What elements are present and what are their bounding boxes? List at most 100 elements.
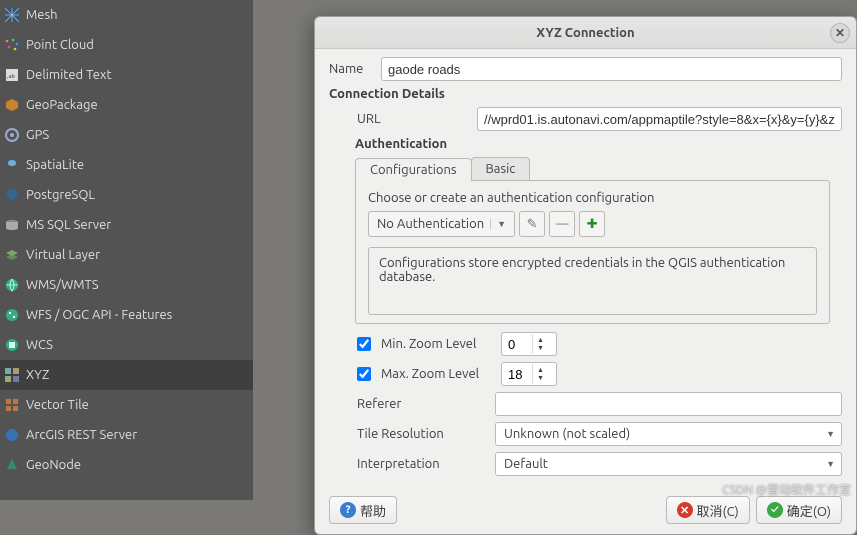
data-source-sidebar: Mesh Point Cloud ,ab Delimited Text GeoPa… <box>0 0 253 500</box>
name-input[interactable] <box>381 57 842 81</box>
authentication-heading: Authentication <box>329 137 842 151</box>
help-button[interactable]: ? 帮助 <box>329 496 397 524</box>
sidebar-item-wms[interactable]: WMS/WMTS <box>0 270 253 300</box>
sidebar-item-label: Virtual Layer <box>26 248 100 262</box>
sidebar-item-label: WFS / OGC API - Features <box>26 308 172 322</box>
ok-button[interactable]: ✓ 确定(O) <box>756 496 842 524</box>
svg-text:,ab: ,ab <box>7 73 16 80</box>
xyz-icon <box>4 367 20 383</box>
sidebar-item-gps[interactable]: GPS <box>0 120 253 150</box>
sidebar-item-point-cloud[interactable]: Point Cloud <box>0 30 253 60</box>
min-zoom-spinbox[interactable]: ▲▼ <box>501 332 557 356</box>
sidebar-item-wcs[interactable]: WCS <box>0 330 253 360</box>
chevron-down-icon[interactable]: ▼ <box>537 344 544 352</box>
url-label: URL <box>357 112 467 126</box>
help-label: 帮助 <box>360 501 386 520</box>
sidebar-item-label: Delimited Text <box>26 68 112 82</box>
point-cloud-icon <box>4 37 20 53</box>
sidebar-item-vector-tile[interactable]: Vector Tile <box>0 390 253 420</box>
tile-resolution-combo[interactable]: Unknown (not scaled)▼ <box>495 422 842 446</box>
sidebar-item-label: GeoNode <box>26 458 81 472</box>
auth-config-combo[interactable]: No Authentication ▼ <box>368 211 515 237</box>
chevron-down-icon: ▼ <box>826 429 835 439</box>
spatialite-icon <box>4 157 20 173</box>
sidebar-item-label: SpatiaLite <box>26 158 84 172</box>
arcgis-icon <box>4 427 20 443</box>
pencil-icon: ✎ <box>527 217 538 232</box>
min-zoom-label: Min. Zoom Level <box>381 337 491 351</box>
auth-choose-text: Choose or create an authentication confi… <box>368 191 817 205</box>
url-input[interactable] <box>477 107 842 131</box>
sidebar-item-label: WMS/WMTS <box>26 278 99 292</box>
auth-description: Configurations store encrypted credentia… <box>368 247 817 315</box>
min-zoom-checkbox[interactable] <box>357 337 371 351</box>
geonode-icon <box>4 457 20 473</box>
auth-config-panel: Choose or create an authentication confi… <box>355 180 830 324</box>
chevron-down-icon: ▼ <box>826 459 835 469</box>
sidebar-item-label: WCS <box>26 338 53 352</box>
name-label: Name <box>329 62 371 76</box>
sidebar-item-delimited-text[interactable]: ,ab Delimited Text <box>0 60 253 90</box>
sidebar-item-label: Mesh <box>26 8 58 22</box>
dialog-title: XYZ Connection <box>536 26 634 40</box>
ok-label: 确定(O) <box>787 501 831 520</box>
sidebar-item-postgresql[interactable]: PostgreSQL <box>0 180 253 210</box>
tile-resolution-label: Tile Resolution <box>357 427 485 441</box>
sidebar-item-label: PostgreSQL <box>26 188 95 202</box>
delimited-text-icon: ,ab <box>4 67 20 83</box>
sidebar-item-arcgis[interactable]: ArcGIS REST Server <box>0 420 253 450</box>
mssql-icon <box>4 217 20 233</box>
vector-tile-icon <box>4 397 20 413</box>
dialog-titlebar[interactable]: XYZ Connection ✕ <box>315 17 856 49</box>
xyz-connection-dialog: XYZ Connection ✕ Name Connection Details… <box>314 16 857 535</box>
wcs-icon <box>4 337 20 353</box>
help-icon: ? <box>340 502 356 518</box>
max-zoom-label: Max. Zoom Level <box>381 367 491 381</box>
chevron-down-icon[interactable]: ▼ <box>537 374 544 382</box>
sidebar-item-mesh[interactable]: Mesh <box>0 0 253 30</box>
cancel-label: 取消(C) <box>697 501 739 520</box>
auth-add-button[interactable]: ✚ <box>579 211 605 237</box>
mesh-icon <box>4 7 20 23</box>
cancel-button[interactable]: ✕ 取消(C) <box>666 496 750 524</box>
min-zoom-value[interactable] <box>502 334 532 354</box>
wfs-icon <box>4 307 20 323</box>
interpretation-combo[interactable]: Default▼ <box>495 452 842 476</box>
close-icon[interactable]: ✕ <box>830 23 850 43</box>
sidebar-item-wfs[interactable]: WFS / OGC API - Features <box>0 300 253 330</box>
referer-input[interactable] <box>495 392 842 416</box>
cancel-icon: ✕ <box>677 502 693 518</box>
tab-configurations[interactable]: Configurations <box>355 158 472 181</box>
tab-basic[interactable]: Basic <box>471 157 531 180</box>
sidebar-item-label: GeoPackage <box>26 98 98 112</box>
chevron-down-icon: ▼ <box>490 219 512 229</box>
sidebar-item-label: Vector Tile <box>26 398 89 412</box>
connection-details-heading: Connection Details <box>329 87 842 101</box>
auth-edit-button[interactable]: ✎ <box>519 211 545 237</box>
interpretation-label: Interpretation <box>357 457 485 471</box>
virtual-layer-icon <box>4 247 20 263</box>
sidebar-item-label: GPS <box>26 128 49 142</box>
postgresql-icon <box>4 187 20 203</box>
sidebar-item-mssql[interactable]: MS SQL Server <box>0 210 253 240</box>
chevron-up-icon[interactable]: ▲ <box>537 366 544 374</box>
sidebar-item-label: Point Cloud <box>26 38 94 52</box>
plus-icon: ✚ <box>587 217 598 232</box>
referer-label: Referer <box>357 397 485 411</box>
max-zoom-value[interactable] <box>502 364 532 384</box>
geopackage-icon <box>4 97 20 113</box>
wms-icon <box>4 277 20 293</box>
max-zoom-spinbox[interactable]: ▲▼ <box>501 362 557 386</box>
auth-remove-button[interactable]: — <box>549 211 575 237</box>
sidebar-item-virtual-layer[interactable]: Virtual Layer <box>0 240 253 270</box>
sidebar-item-geopackage[interactable]: GeoPackage <box>0 90 253 120</box>
sidebar-item-label: ArcGIS REST Server <box>26 428 137 442</box>
sidebar-item-xyz[interactable]: XYZ <box>0 360 253 390</box>
max-zoom-checkbox[interactable] <box>357 367 371 381</box>
sidebar-item-geonode[interactable]: GeoNode <box>0 450 253 480</box>
sidebar-item-spatialite[interactable]: SpatiaLite <box>0 150 253 180</box>
ok-icon: ✓ <box>767 502 783 518</box>
chevron-up-icon[interactable]: ▲ <box>537 336 544 344</box>
sidebar-item-label: XYZ <box>26 368 49 382</box>
gps-icon <box>4 127 20 143</box>
